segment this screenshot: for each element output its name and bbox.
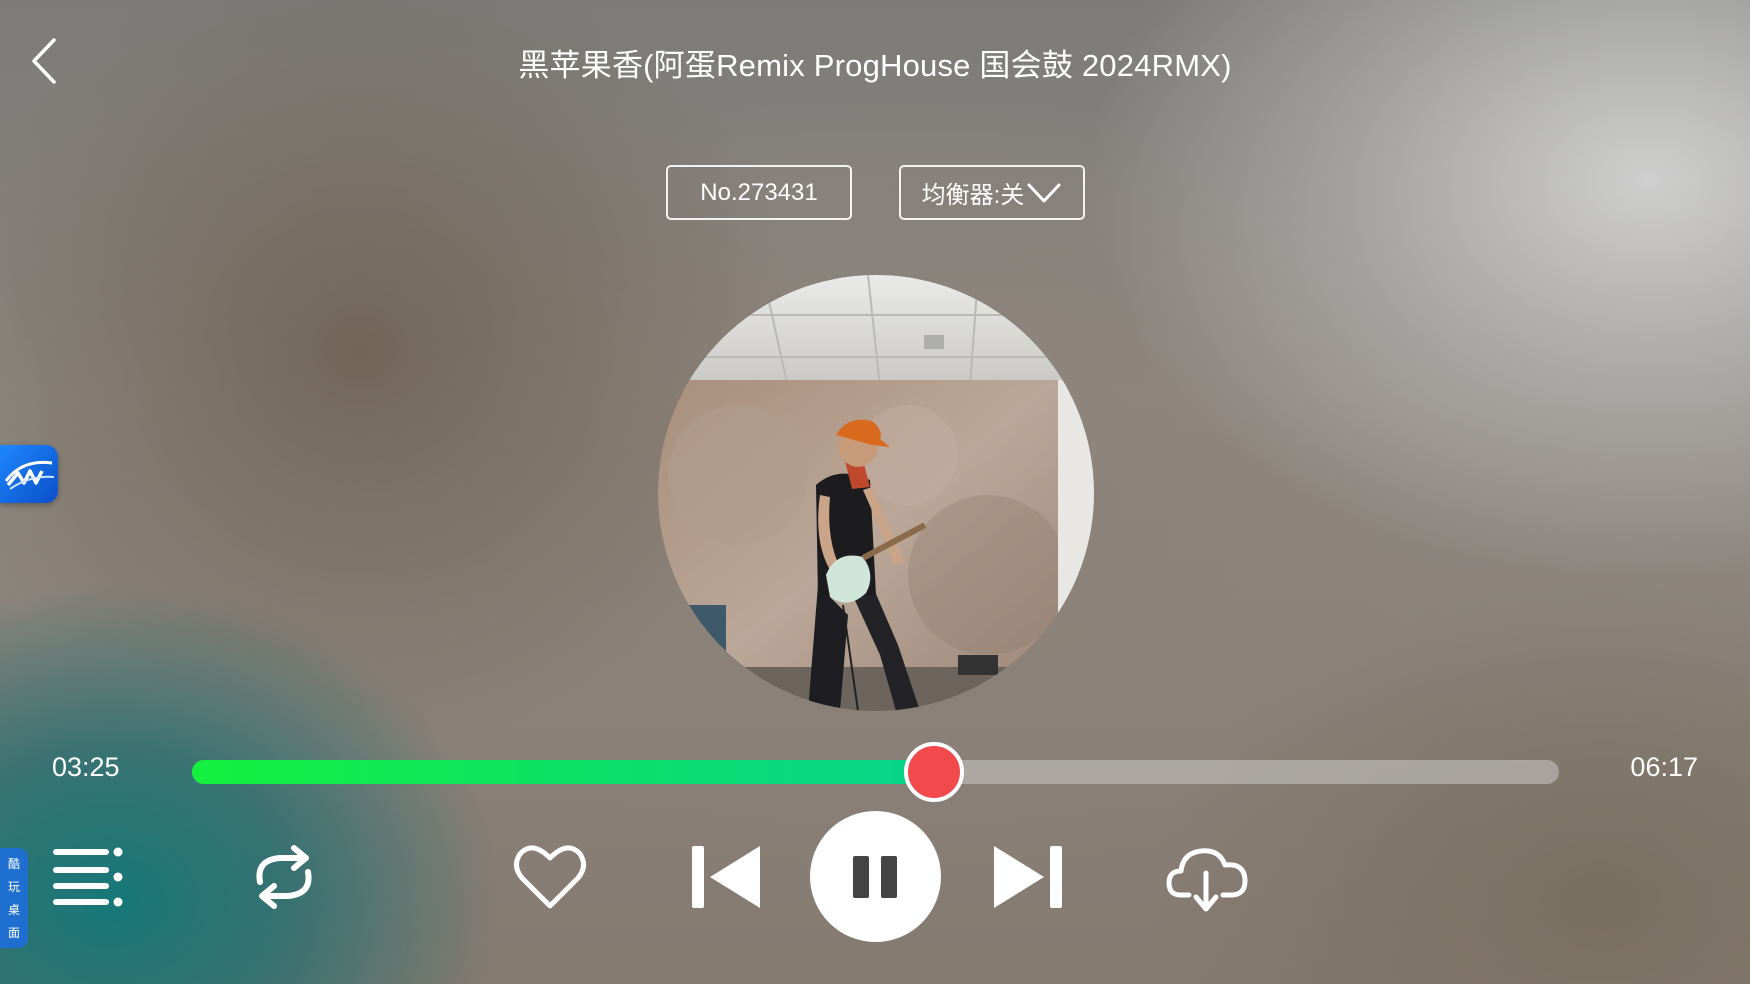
previous-button[interactable] — [686, 843, 766, 911]
previous-icon — [692, 846, 760, 908]
desktop-side-tab[interactable]: 酷 玩 桌 面 — [0, 848, 28, 948]
music-player-screen: 黑苹果香(阿蛋Remix ProgHouse 国会鼓 2024RMX) No.2… — [0, 0, 1750, 984]
song-number-label: No.273431 — [700, 178, 818, 206]
play-pause-button[interactable] — [810, 811, 941, 942]
album-art — [658, 275, 1094, 711]
song-number-badge[interactable]: No.273431 — [666, 165, 852, 220]
total-time: 06:17 — [1630, 752, 1698, 782]
song-title: 黑苹果香(阿蛋Remix ProgHouse 国会鼓 2024RMX) — [518, 48, 1232, 83]
equalizer-label: 均衡器:关 — [921, 182, 1025, 209]
repeat-button[interactable] — [244, 842, 324, 912]
playlist-button[interactable] — [48, 842, 128, 912]
cloud-download-icon — [1166, 848, 1248, 912]
playlist-icon — [53, 847, 123, 907]
repeat-icon — [256, 845, 312, 909]
favorite-button[interactable] — [510, 840, 590, 914]
heart-icon — [514, 845, 586, 909]
side-tab-char: 面 — [7, 926, 20, 940]
pause-icon — [852, 855, 897, 898]
download-button[interactable] — [1164, 840, 1250, 916]
side-tab-char: 酷 — [7, 857, 20, 871]
next-button[interactable] — [988, 843, 1068, 911]
chevron-down-icon — [1027, 183, 1061, 202]
side-tab-char: 桌 — [7, 903, 20, 917]
side-tab-char: 玩 — [7, 880, 20, 894]
progress-thumb[interactable] — [904, 742, 965, 802]
next-icon — [994, 846, 1062, 908]
progress-bar[interactable] — [192, 742, 1559, 802]
current-time: 03:25 — [52, 752, 120, 782]
floating-app-button[interactable] — [0, 445, 58, 503]
app-logo-icon — [4, 460, 55, 490]
progress-fill — [192, 760, 935, 784]
album-art-image — [658, 275, 1094, 711]
equalizer-dropdown[interactable]: 均衡器:关 — [899, 165, 1085, 220]
